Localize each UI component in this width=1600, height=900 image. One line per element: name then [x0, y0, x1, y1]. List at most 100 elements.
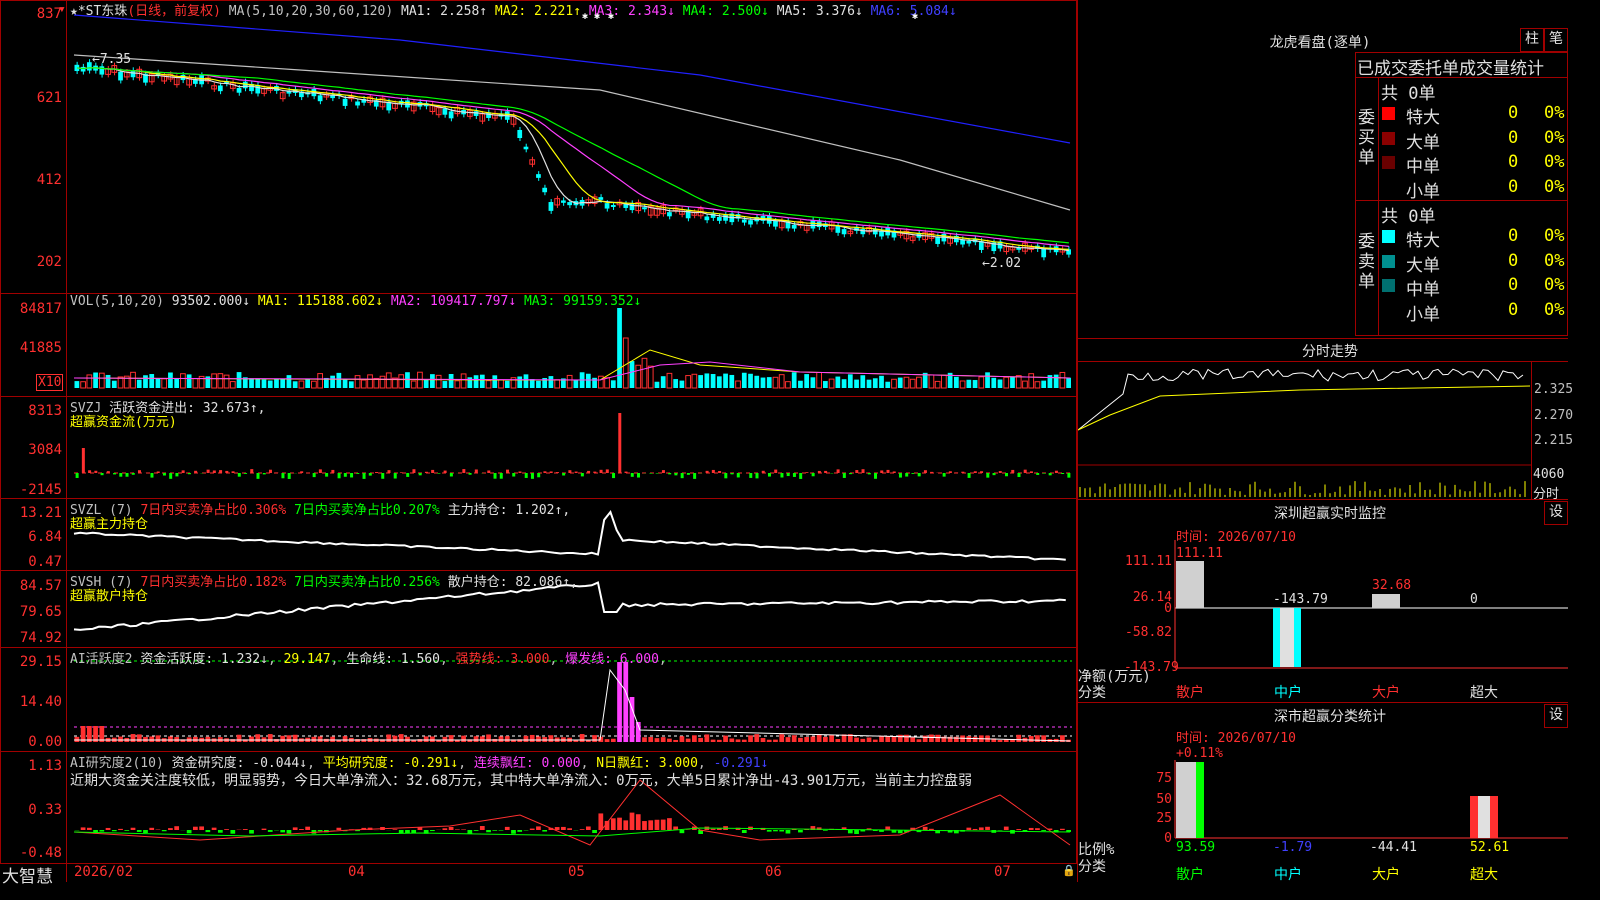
ai-research-consec: 连续飘红: 0.000: [473, 756, 581, 771]
ai-research-bar: [978, 827, 984, 830]
ai2-bar: [854, 737, 859, 742]
ma5-value: MA5: 3.376↓: [776, 4, 863, 19]
ai2-bar: [423, 736, 429, 742]
volume-bar: [348, 381, 354, 388]
sz-classify-title: 深市超赢分类统计: [1274, 709, 1386, 725]
ai2-bar: [523, 735, 529, 742]
ai-research-bar: [467, 830, 473, 834]
ai2-bar: [716, 739, 722, 742]
volume-bar: [479, 374, 485, 388]
ai-research-bar: [280, 830, 286, 833]
candle: [716, 217, 722, 221]
ai2-bar: [136, 734, 142, 742]
candle: [604, 203, 610, 209]
ai-research-bar: [217, 830, 223, 833]
ai-research-bar: [292, 827, 298, 830]
volume-bar: [180, 373, 186, 389]
ai2-bar: [342, 736, 348, 742]
sz-classify-category: 中户: [1274, 867, 1302, 883]
volume-bar: [860, 375, 866, 388]
candle: [255, 85, 261, 94]
brand-logo: 大智慧: [2, 867, 53, 887]
legend-swatch-icon: [1382, 230, 1395, 243]
sz-monitor-settings-button[interactable]: 设: [1544, 501, 1568, 525]
volume-bar: [485, 380, 492, 389]
sz-classify-axis-tick: 0: [1164, 831, 1172, 846]
ai-research-bar: [517, 830, 523, 832]
candle: [741, 219, 747, 223]
ai2-bar: [311, 736, 317, 742]
ai2-bar: [835, 739, 841, 742]
ai2-bar: [766, 739, 772, 742]
candle: [242, 81, 248, 89]
sell-row-pct: 0%: [1544, 275, 1565, 295]
volume-bar: [934, 380, 941, 389]
sz-classify-axis-tick: 50: [1156, 792, 1172, 807]
ai2-bar: [1035, 735, 1040, 742]
low-price-annotation: ←2.02: [982, 256, 1022, 271]
buy-row-pct: 0%: [1544, 176, 1565, 197]
ai2-bar: [916, 739, 922, 742]
ai2-bar: [74, 736, 80, 742]
buy-row-pct: 0%: [1544, 127, 1565, 148]
legend-swatch-icon: [1382, 254, 1395, 268]
ai2-bar: [654, 738, 660, 742]
svzj-axis-tick: 8313: [28, 403, 62, 419]
ai-research-bar: [199, 826, 204, 830]
date-tick: 2026/02: [74, 864, 134, 880]
volume-bar: [360, 379, 367, 389]
ai-research-bar: [1060, 828, 1065, 830]
lock-icon[interactable]: 🔒: [1062, 864, 1076, 877]
ai-research-bar: [1035, 828, 1040, 830]
sz-classify-bar-accent: [1196, 762, 1204, 838]
candle: [567, 202, 572, 206]
ai2-bar: [168, 736, 173, 742]
volume-bar: [785, 381, 791, 389]
marker-star: ✱: [912, 11, 919, 22]
sz-classify-category: 散户: [1176, 867, 1204, 883]
ma4-line: [77, 67, 1069, 244]
volume-bar: [828, 378, 835, 389]
ai-research-bar: [885, 826, 891, 830]
sz-classify-value-label: -1.79: [1273, 840, 1313, 855]
sz-classify-settings-button[interactable]: 设: [1544, 704, 1568, 728]
buy-side-label: 委买单: [1358, 108, 1375, 168]
buy-row-pct: 0%: [1544, 103, 1565, 123]
volume-bar: [211, 373, 217, 389]
marker-stars: ✱ ✱: [582, 11, 601, 22]
tick-mode-button[interactable]: 笔: [1544, 28, 1568, 52]
sz-monitor-value-label: -143.79: [1273, 592, 1328, 607]
volume-bar: [435, 374, 442, 389]
volume-bar: [367, 374, 373, 389]
volume-bar: [810, 377, 816, 388]
volume-bar: [354, 375, 361, 389]
ai2-bar: [673, 739, 679, 742]
volume-bar: [704, 373, 710, 388]
ai2-bar: [405, 736, 410, 742]
vol-label: VOL(5,10,20): [70, 294, 164, 309]
ai2-bar: [1016, 734, 1022, 742]
svsh-subtitle: 超赢散户持仓: [70, 589, 149, 604]
bar-mode-button[interactable]: 柱: [1520, 28, 1544, 52]
ai-research-bar: [317, 830, 323, 832]
volume-bar: [192, 378, 199, 389]
candle: [342, 98, 348, 106]
ai2-bar: [504, 736, 510, 742]
stock-name[interactable]: ★*ST东珠: [70, 4, 127, 19]
ai-research-bar: [161, 830, 167, 832]
vol-ma2: MA2: 109417.797↓: [390, 294, 517, 309]
ai2-bar: [935, 734, 941, 742]
ai2-bar: [529, 734, 535, 742]
ai2-bar: [760, 738, 766, 742]
sz-classify-time: 时间: 2026/07/10: [1176, 731, 1296, 746]
sz-monitor-bar-highlight: [1280, 608, 1294, 667]
ai2-bar: [430, 736, 435, 742]
ai2-bar: [448, 735, 454, 742]
ai2-bar: [785, 737, 791, 742]
volume-bar: [454, 380, 461, 389]
period-label[interactable]: (日线，前复权): [127, 4, 221, 19]
sz-monitor-time: 时间: 2026/07/10: [1176, 530, 1296, 545]
sz-classify-axis-tick: 75: [1156, 771, 1172, 786]
volume-bar: [647, 365, 654, 389]
ai2-bar: [236, 734, 242, 742]
